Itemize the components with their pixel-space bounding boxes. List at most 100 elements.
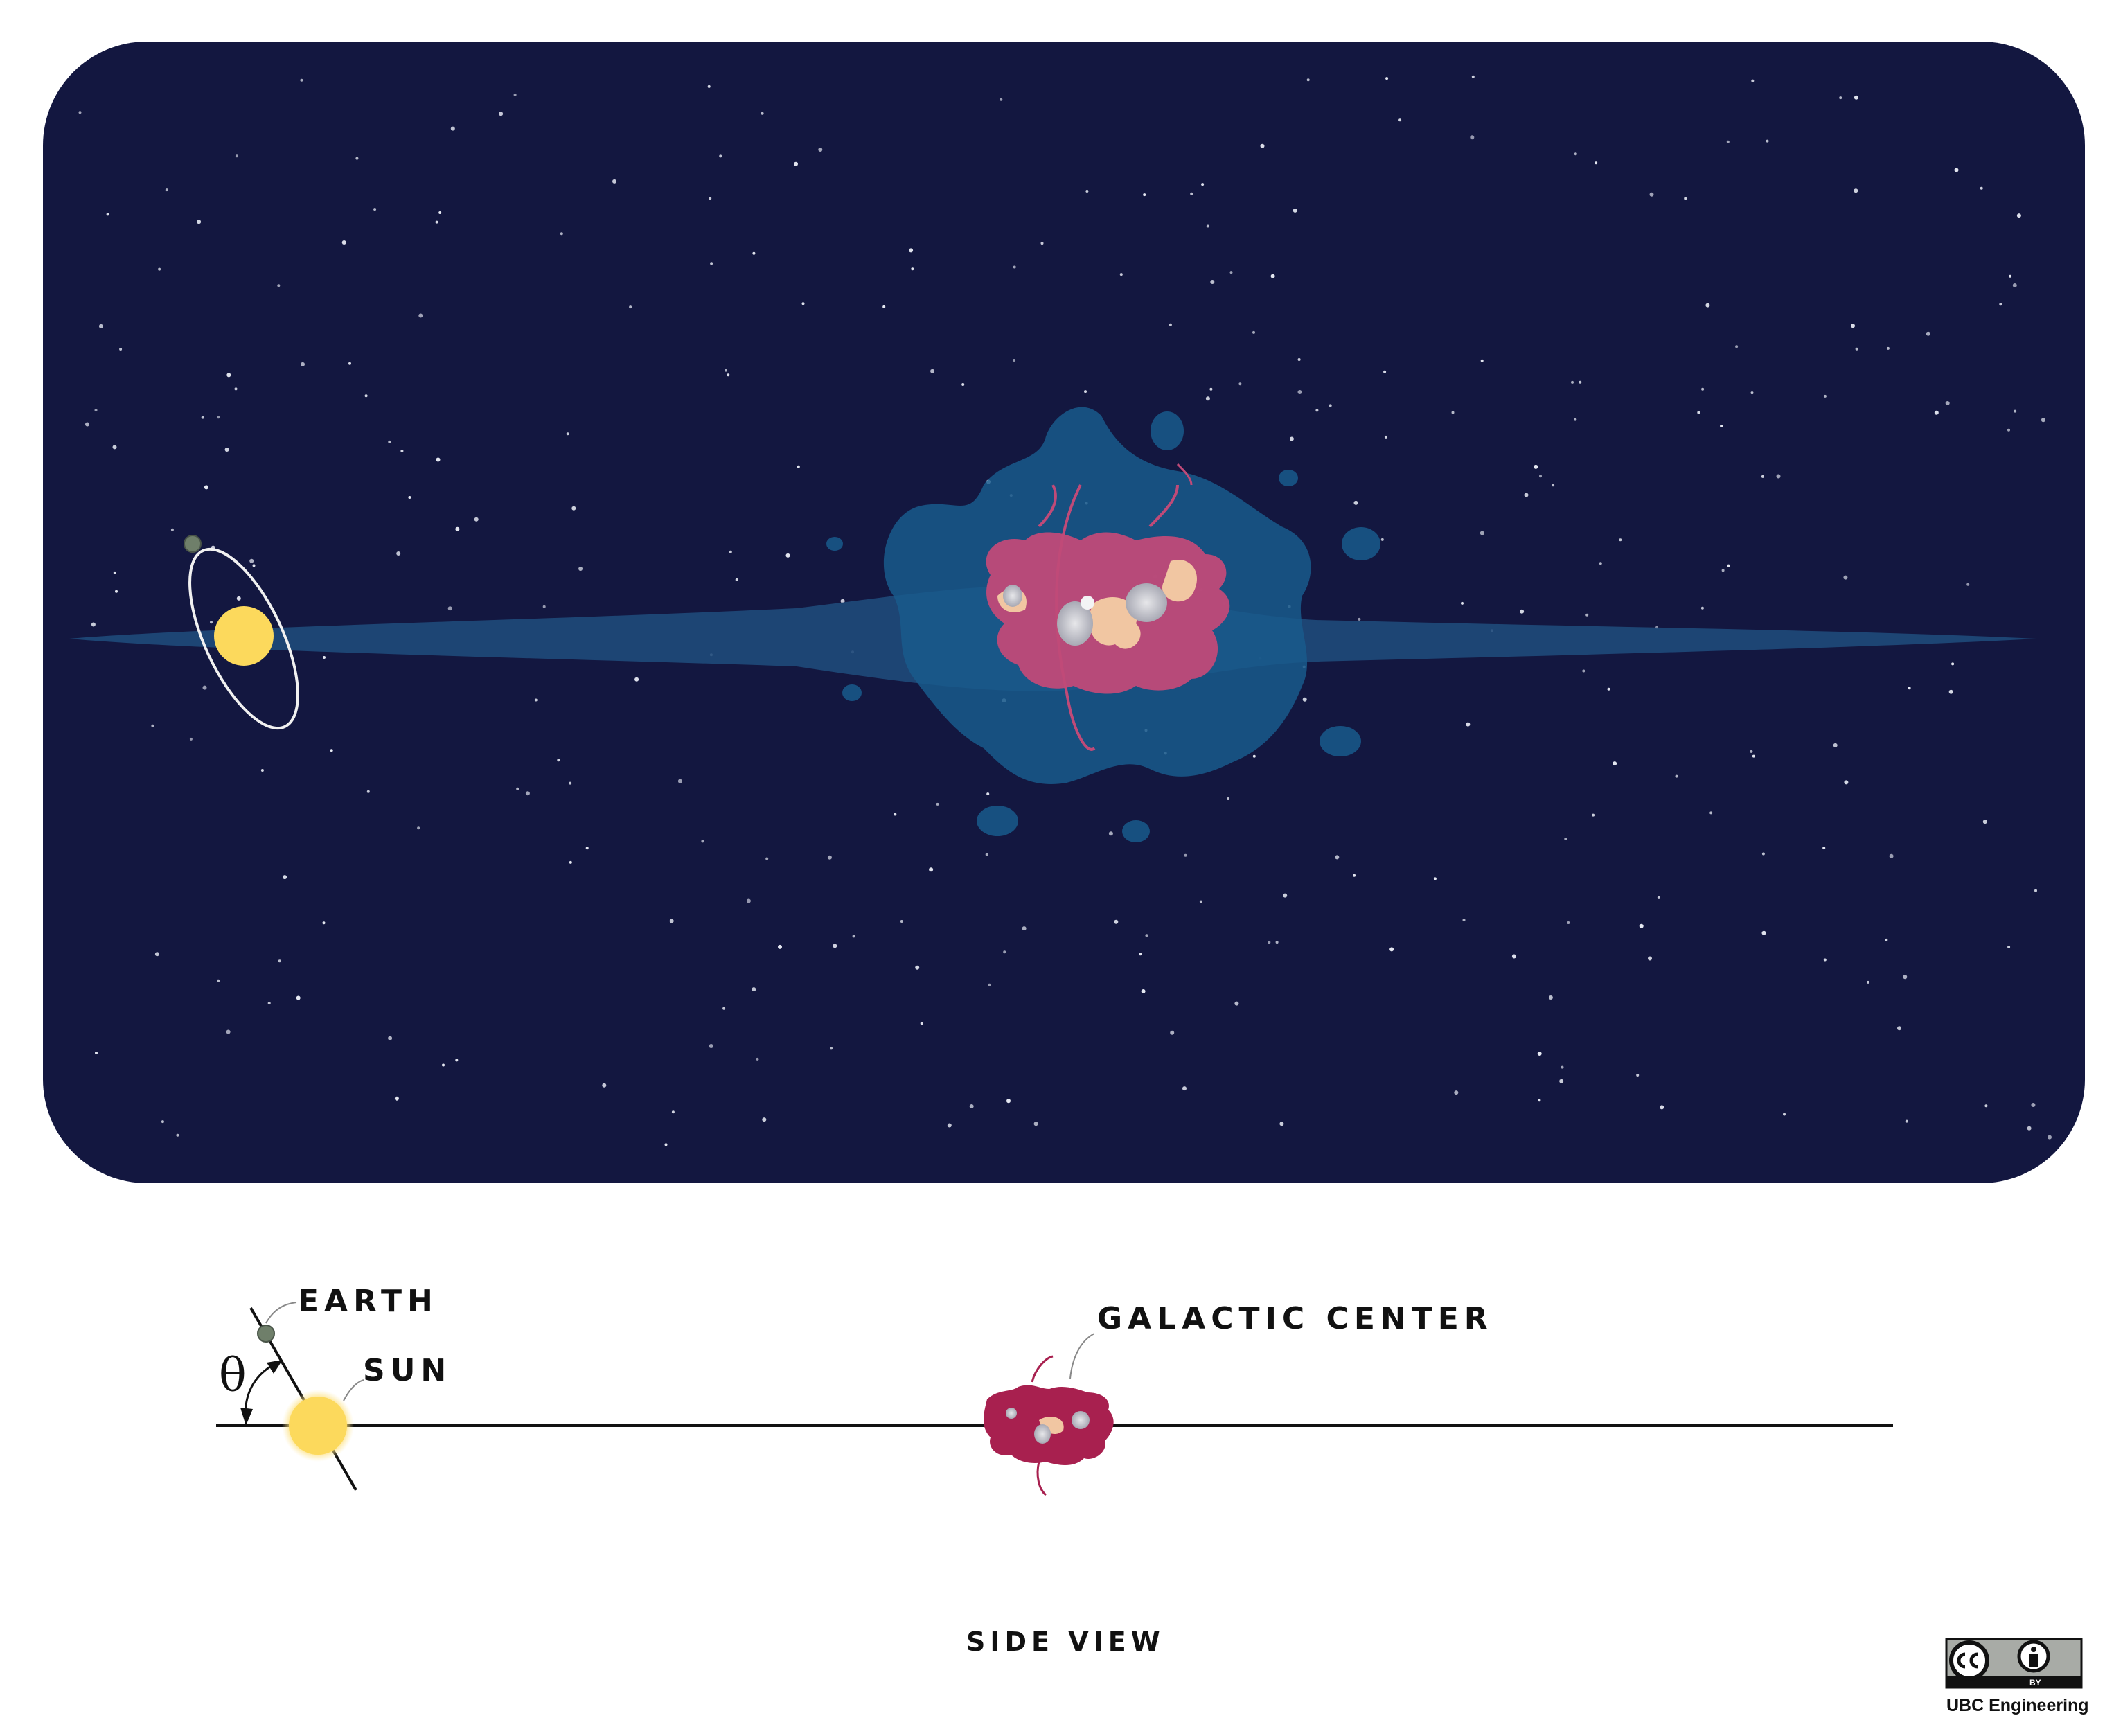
star	[1750, 750, 1753, 753]
star	[1948, 689, 1953, 694]
star	[417, 826, 420, 830]
star	[400, 450, 404, 452]
star	[78, 111, 82, 114]
star	[1903, 975, 1908, 980]
earth-icon	[184, 535, 202, 553]
star	[1548, 995, 1553, 1000]
star	[2012, 283, 2017, 287]
star	[1752, 754, 1755, 758]
star	[2007, 428, 2010, 432]
star	[170, 528, 174, 531]
star	[1592, 813, 1595, 817]
star	[709, 197, 712, 200]
star	[388, 440, 391, 443]
star	[217, 979, 220, 982]
star	[119, 348, 123, 351]
star	[727, 373, 730, 377]
star	[557, 759, 560, 762]
star	[1306, 78, 1310, 82]
star	[442, 1063, 445, 1067]
star	[355, 157, 359, 160]
sun-icon	[214, 606, 274, 666]
star	[2041, 418, 2045, 423]
cc-icon	[1949, 1640, 1989, 1681]
star	[1206, 224, 1209, 228]
star	[1380, 538, 1384, 541]
star	[1552, 484, 1555, 487]
star	[1851, 324, 1855, 328]
star	[915, 965, 920, 970]
star	[1143, 193, 1146, 197]
star	[226, 373, 231, 378]
star	[1648, 956, 1652, 961]
star	[436, 457, 441, 462]
star	[1984, 1104, 1988, 1108]
star	[94, 409, 98, 412]
star	[1201, 183, 1205, 186]
star	[1335, 855, 1340, 860]
star	[2034, 889, 2037, 892]
star	[1823, 394, 1827, 398]
star	[1084, 390, 1087, 393]
star	[235, 154, 238, 158]
star	[1297, 390, 1302, 394]
star	[1571, 380, 1574, 384]
star	[756, 1057, 759, 1061]
star	[1353, 500, 1358, 505]
sun-leader	[343, 1379, 364, 1401]
star	[920, 1022, 923, 1025]
star	[1761, 852, 1765, 856]
star	[936, 802, 939, 806]
star	[1227, 797, 1230, 800]
star	[189, 737, 193, 741]
star	[930, 369, 935, 373]
side-view-caption: SIDE VIEW	[966, 1627, 1165, 1657]
bulge-blob	[1122, 820, 1150, 842]
star	[267, 1002, 271, 1005]
star	[602, 1083, 607, 1088]
star	[1886, 346, 1890, 350]
star	[322, 921, 326, 925]
bulge-blob	[977, 806, 1018, 836]
star	[1229, 271, 1233, 274]
star	[323, 656, 326, 659]
earth-icon	[257, 1325, 275, 1343]
star	[2031, 1103, 2036, 1107]
star	[2014, 409, 2017, 413]
star	[1462, 919, 1466, 922]
star	[722, 1007, 726, 1010]
star	[1145, 934, 1148, 937]
star	[249, 558, 254, 563]
star	[1270, 274, 1275, 278]
star	[1006, 1099, 1011, 1104]
galaxy-panel	[43, 42, 2085, 1183]
star	[2016, 213, 2021, 218]
star	[1844, 780, 1849, 785]
star	[1619, 538, 1622, 542]
star	[217, 416, 220, 419]
star	[911, 267, 914, 271]
star	[929, 867, 934, 872]
star	[1470, 135, 1475, 140]
star	[571, 506, 576, 511]
galaxy-diagram: EARTH SUN θ GALACTIC CENTER SIDE VIEW BY…	[43, 42, 2089, 1715]
star	[234, 387, 238, 391]
star	[1238, 382, 1242, 386]
star	[1822, 847, 1826, 850]
star	[1108, 831, 1113, 836]
star	[388, 1036, 393, 1040]
star	[1283, 893, 1288, 898]
bulge-blob	[1320, 726, 1361, 756]
star	[1454, 1090, 1459, 1095]
star	[106, 213, 109, 216]
star	[1268, 941, 1271, 944]
credit-text: UBC Engineering	[1946, 1696, 2089, 1715]
star	[725, 369, 727, 372]
star	[1897, 1026, 1901, 1031]
star	[1451, 411, 1455, 414]
star	[1199, 900, 1202, 903]
star	[447, 606, 452, 611]
star	[2009, 274, 2012, 278]
star	[1945, 401, 1950, 405]
star	[2007, 946, 2011, 948]
